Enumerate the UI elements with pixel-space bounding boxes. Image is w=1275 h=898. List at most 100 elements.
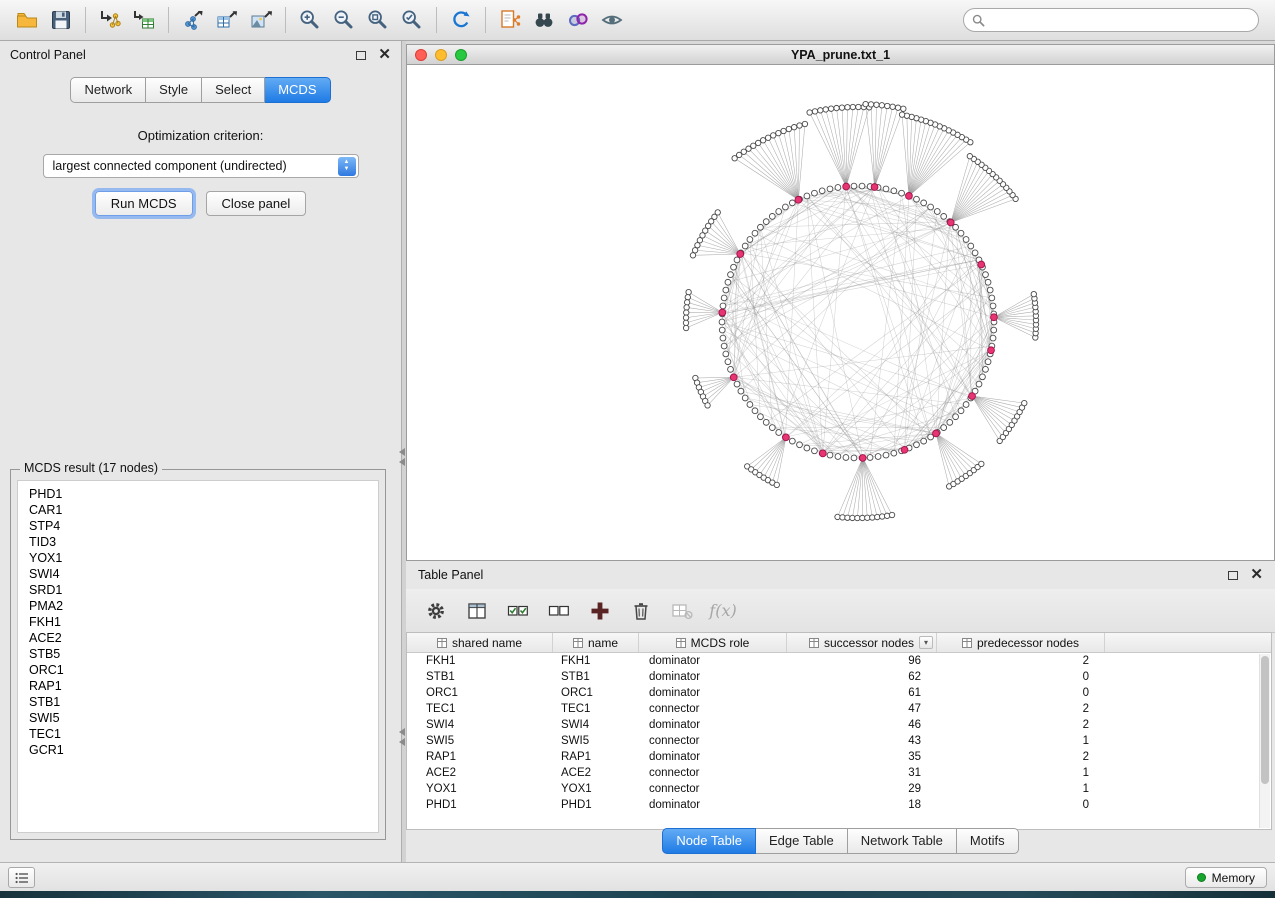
search-box[interactable] bbox=[963, 8, 1259, 32]
tab-mcds[interactable]: MCDS bbox=[265, 77, 330, 103]
table-panel-tabs: Node Table Edge Table Network Table Moti… bbox=[406, 828, 1275, 854]
tab-style[interactable]: Style bbox=[146, 77, 202, 103]
column-header-mcds-role[interactable]: MCDS role bbox=[639, 633, 787, 652]
tab-edge-table[interactable]: Edge Table bbox=[756, 828, 848, 854]
criterion-dropdown[interactable]: largest connected component (undirected)… bbox=[43, 154, 359, 178]
mcds-result-item[interactable]: PMA2 bbox=[18, 598, 378, 614]
tab-network-table[interactable]: Network Table bbox=[848, 828, 957, 854]
mcds-result-item[interactable]: SWI4 bbox=[18, 566, 378, 582]
table-row[interactable]: ORC1ORC1dominator610 bbox=[407, 685, 1271, 701]
table-cell: ORC1 bbox=[553, 687, 639, 699]
create-column-button[interactable] bbox=[587, 598, 613, 624]
tab-motifs[interactable]: Motifs bbox=[957, 828, 1019, 854]
show-columns-button[interactable] bbox=[464, 598, 490, 624]
table-cell: 1 bbox=[937, 735, 1105, 747]
float-panel-icon[interactable] bbox=[1228, 571, 1238, 580]
mcds-result-item[interactable]: SRD1 bbox=[18, 582, 378, 598]
mcds-result-item[interactable]: ORC1 bbox=[18, 662, 378, 678]
export-network-button[interactable] bbox=[176, 5, 210, 35]
minimize-window-icon[interactable] bbox=[435, 49, 447, 61]
column-header-shared-name[interactable]: shared name bbox=[407, 633, 553, 652]
control-panel-tabs: Network Style Select MCDS bbox=[0, 77, 401, 103]
zoom-fit-button[interactable] bbox=[361, 5, 395, 35]
table-settings-button[interactable] bbox=[423, 598, 449, 624]
refresh-button[interactable] bbox=[444, 5, 478, 35]
tab-select[interactable]: Select bbox=[202, 77, 265, 103]
export-table-button[interactable] bbox=[210, 5, 244, 35]
table-cell: YOX1 bbox=[407, 783, 553, 795]
mcds-result-item[interactable]: ACE2 bbox=[18, 630, 378, 646]
export-image-button[interactable] bbox=[244, 5, 278, 35]
mcds-result-item[interactable]: RAP1 bbox=[18, 678, 378, 694]
mcds-result-item[interactable]: CAR1 bbox=[18, 502, 378, 518]
table-row[interactable]: STB1STB1dominator620 bbox=[407, 669, 1271, 685]
import-network-button[interactable] bbox=[93, 5, 127, 35]
table-row[interactable]: TEC1TEC1connector472 bbox=[407, 701, 1271, 717]
tab-network[interactable]: Network bbox=[70, 77, 146, 103]
save-session-button[interactable] bbox=[44, 5, 78, 35]
search-network-button[interactable] bbox=[527, 5, 561, 35]
zoom-in-button[interactable] bbox=[293, 5, 327, 35]
deselect-all-rows-button[interactable] bbox=[546, 598, 572, 624]
mcds-result-item[interactable]: YOX1 bbox=[18, 550, 378, 566]
mcds-result-item[interactable]: GCR1 bbox=[18, 742, 378, 758]
scrollbar-thumb[interactable] bbox=[1261, 656, 1269, 784]
column-header-predecessor-nodes[interactable]: predecessor nodes bbox=[937, 633, 1105, 652]
table-cell: 2 bbox=[937, 655, 1105, 667]
table-row[interactable]: RAP1RAP1dominator352 bbox=[407, 749, 1271, 765]
share-document-button[interactable] bbox=[493, 5, 527, 35]
sort-dropdown-icon[interactable]: ▾ bbox=[919, 636, 933, 649]
table-cell: 62 bbox=[787, 671, 937, 683]
table-cell: dominator bbox=[639, 655, 787, 667]
table-row[interactable]: PHD1PHD1dominator180 bbox=[407, 797, 1271, 813]
memory-button[interactable]: Memory bbox=[1185, 867, 1267, 888]
deselect-checkboxes-icon bbox=[547, 600, 571, 622]
zoom-selected-button[interactable] bbox=[395, 5, 429, 35]
zoom-out-button[interactable] bbox=[327, 5, 361, 35]
table-header-row: shared name name MCDS role successor nod… bbox=[407, 633, 1271, 653]
mcds-result-item[interactable]: PHD1 bbox=[18, 486, 378, 502]
network-graph[interactable] bbox=[407, 65, 1272, 559]
table-row[interactable]: FKH1FKH1dominator962 bbox=[407, 653, 1271, 669]
table-row[interactable]: YOX1YOX1connector291 bbox=[407, 781, 1271, 797]
close-panel-icon[interactable]: ✕ bbox=[1250, 570, 1263, 580]
mcds-result-item[interactable]: TEC1 bbox=[18, 726, 378, 742]
toolbar-separator bbox=[436, 7, 437, 33]
mcds-result-item[interactable]: SWI5 bbox=[18, 710, 378, 726]
table-cell: STB1 bbox=[407, 671, 553, 683]
table-body: FKH1FKH1dominator962STB1STB1dominator620… bbox=[407, 653, 1271, 813]
table-scrollbar[interactable] bbox=[1259, 654, 1270, 828]
mcds-result-item[interactable]: TID3 bbox=[18, 534, 378, 550]
tab-node-table[interactable]: Node Table bbox=[662, 828, 756, 854]
float-panel-icon[interactable] bbox=[356, 51, 366, 60]
mcds-result-item[interactable]: STB5 bbox=[18, 646, 378, 662]
delete-table-button-disabled bbox=[669, 598, 695, 624]
column-header-successor-nodes[interactable]: successor nodes ▾ bbox=[787, 633, 937, 652]
select-all-rows-button[interactable] bbox=[505, 598, 531, 624]
run-mcds-button[interactable]: Run MCDS bbox=[95, 191, 193, 216]
open-session-button[interactable] bbox=[10, 5, 44, 35]
mcds-result-list[interactable]: PHD1CAR1STP4TID3YOX1SWI4SRD1PMA2FKH1ACE2… bbox=[17, 480, 379, 833]
close-panel-icon[interactable]: ✕ bbox=[378, 50, 391, 60]
close-window-icon[interactable] bbox=[415, 49, 427, 61]
graphics-details-button[interactable] bbox=[561, 5, 595, 35]
table-row[interactable]: SWI4SWI4dominator462 bbox=[407, 717, 1271, 733]
table-cell: 2 bbox=[937, 751, 1105, 763]
search-input[interactable] bbox=[990, 13, 1250, 27]
show-hide-button[interactable] bbox=[595, 5, 629, 35]
import-table-button[interactable] bbox=[127, 5, 161, 35]
mcds-result-item[interactable]: STB1 bbox=[18, 694, 378, 710]
maximize-window-icon[interactable] bbox=[455, 49, 467, 61]
table-cell: 61 bbox=[787, 687, 937, 699]
task-history-button[interactable] bbox=[8, 867, 35, 888]
column-header-name[interactable]: name bbox=[553, 633, 639, 652]
mcds-result-item[interactable]: FKH1 bbox=[18, 614, 378, 630]
table-row[interactable]: ACE2ACE2connector311 bbox=[407, 765, 1271, 781]
delete-column-button[interactable] bbox=[628, 598, 654, 624]
table-row[interactable]: SWI5SWI5connector431 bbox=[407, 733, 1271, 749]
close-panel-button[interactable]: Close panel bbox=[206, 191, 307, 216]
mcds-result-item[interactable]: STP4 bbox=[18, 518, 378, 534]
network-canvas[interactable] bbox=[406, 65, 1275, 561]
table-cell: RAP1 bbox=[407, 751, 553, 763]
network-window-titlebar[interactable]: YPA_prune.txt_1 bbox=[406, 44, 1275, 65]
